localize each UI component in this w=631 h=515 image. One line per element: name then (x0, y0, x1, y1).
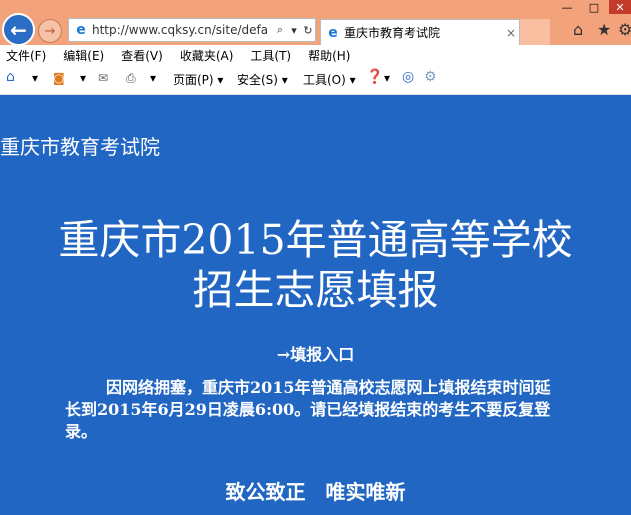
dropdown-icon[interactable]: ▾ (384, 71, 390, 85)
page-menu[interactable]: 页面(P) ▾ (173, 71, 223, 88)
menu-favorites[interactable]: 收藏夹(A) (180, 47, 234, 64)
menu-edit[interactable]: 编辑(E) (63, 47, 104, 64)
new-tab-button[interactable] (520, 19, 550, 45)
arrow-left-icon: ← (10, 17, 27, 42)
close-icon[interactable]: × (503, 26, 519, 40)
page-headline: 重庆市2015年普通高等学校 招生志愿填报 (0, 215, 631, 315)
menu-tools[interactable]: 工具(T) (250, 47, 291, 64)
site-title: 重庆市教育考试院 (0, 135, 160, 159)
ie-logo-icon: e (76, 22, 86, 38)
safety-menu[interactable]: 安全(S) ▾ (237, 71, 288, 88)
close-window-button[interactable]: ✕ (609, 0, 631, 14)
tab-title: 重庆市教育考试院 (344, 26, 441, 40)
skype-icon[interactable]: ◎ (402, 69, 414, 85)
browser-title-bar: ← → e http://www.cqksy.cn/site/defa ⌕ ▾ … (0, 0, 631, 46)
dropdown-icon[interactable]: ▾ (287, 24, 301, 37)
menu-view[interactable]: 查看(V) (121, 47, 163, 64)
dropdown-icon[interactable]: ▾ (150, 71, 156, 85)
motto: 致公致正 唯实唯新 (225, 480, 406, 504)
refresh-icon[interactable]: ↻ (301, 24, 315, 37)
headline-line-1: 重庆市2015年普通高等学校 (58, 216, 573, 264)
home-icon[interactable]: ⌂ (573, 20, 583, 39)
maximize-button[interactable]: □ (582, 0, 606, 14)
menu-help[interactable]: 帮助(H) (308, 47, 350, 64)
menu-file[interactable]: 文件(F) (6, 47, 46, 64)
rss-feed-icon[interactable]: ◙ (53, 71, 65, 85)
home-icon[interactable]: ⌂ (6, 69, 15, 85)
entry-link[interactable]: →填报入口 (0, 341, 631, 365)
page-content: 重庆市教育考试院 重庆市2015年普通高等学校 招生志愿填报 →填报入口 因网络… (0, 95, 631, 515)
address-url[interactable]: http://www.cqksy.cn/site/defa (92, 23, 273, 37)
minimize-button[interactable]: — (555, 0, 579, 14)
forward-button[interactable]: → (38, 19, 62, 43)
gear-icon[interactable]: ⚙ (618, 20, 631, 39)
menu-bar: 文件(F) 编辑(E) 查看(V) 收藏夹(A) 工具(T) 帮助(H) (0, 45, 631, 65)
tools-menu[interactable]: 工具(O) ▾ (303, 71, 356, 88)
dropdown-icon[interactable]: ▾ (80, 71, 86, 85)
mail-icon[interactable]: ✉ (98, 71, 108, 85)
notice-text: 因网络拥塞，重庆市2015年普通高校志愿网上填报结束时间延长到2015年6月29… (65, 378, 551, 441)
dropdown-icon[interactable]: ▾ (32, 71, 38, 85)
address-bar[interactable]: e http://www.cqksy.cn/site/defa ⌕ ▾ ↻ (68, 18, 316, 42)
search-icon[interactable]: ⌕ (273, 23, 287, 37)
favorites-star-icon[interactable]: ★ (597, 20, 611, 39)
print-icon[interactable]: ⎙ (126, 71, 136, 86)
help-icon[interactable]: ❓ (366, 69, 383, 85)
headline-line-2: 招生志愿填报 (192, 266, 439, 314)
arrow-right-icon: → (44, 23, 56, 39)
back-button[interactable]: ← (2, 13, 35, 46)
gear-icon[interactable]: ⚙ (424, 69, 437, 85)
browser-tab[interactable]: e 重庆市教育考试院 × (320, 19, 520, 45)
command-bar: ⌂ ▾ ◙ ▾ ✉ ⎙ ▾ 页面(P) ▾ 安全(S) ▾ 工具(O) ▾ ❓ … (0, 65, 631, 95)
ie-logo-icon: e (328, 24, 338, 41)
